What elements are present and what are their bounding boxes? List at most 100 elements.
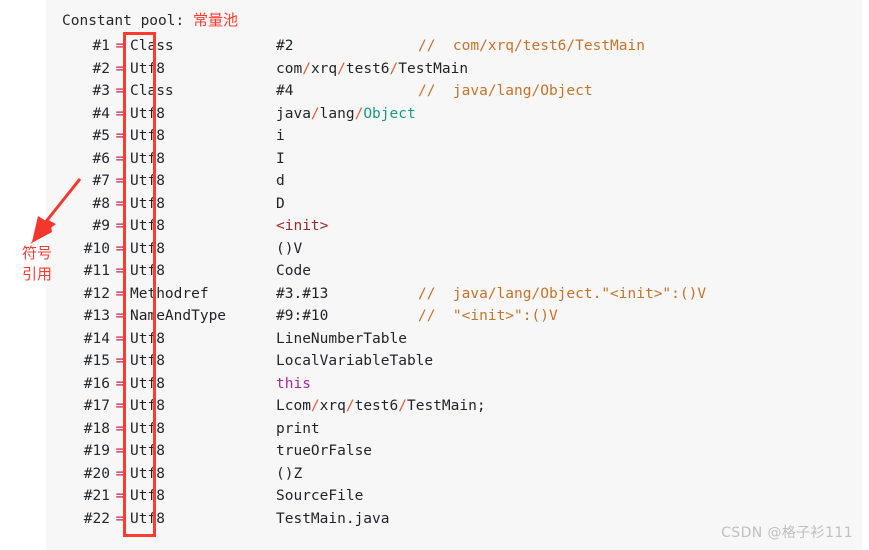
entry-value: LineNumberTable <box>276 330 407 347</box>
entry-value: LocalVariableTable <box>276 353 434 369</box>
entry-value: print <box>276 420 320 437</box>
entry-index: #4 <box>92 105 110 122</box>
entry-index: #13 <box>83 308 110 324</box>
entry-value: java/lang/Object <box>276 105 416 122</box>
entry-value: #4 <box>276 83 294 99</box>
entry-index: #15 <box>83 353 110 369</box>
entry-value: #9:#10 <box>276 308 329 324</box>
entry-value: TestMain.java <box>276 510 390 527</box>
code-content: Constant pool: 常量池 #1 = Class #2 // com/xrq/… <box>62 9 862 550</box>
code-panel: Constant pool: 常量池 #1 = Class #2 // com/xrq/… <box>46 0 862 550</box>
entry-equals-sign: = <box>115 60 125 77</box>
entry-type: Class <box>130 83 174 99</box>
entry-equals-sign: = <box>115 330 125 347</box>
entry-value: Code <box>276 263 311 279</box>
constant-pool-entry: #18 = Utf8 print <box>62 418 862 441</box>
entry-type: Utf8 <box>130 398 165 414</box>
entry-index: #20 <box>83 465 110 482</box>
entry-index: #18 <box>83 420 110 437</box>
entry-index: #12 <box>83 285 110 302</box>
entry-value: Lcom/xrq/test6/TestMain; <box>276 398 486 414</box>
entry-type: Methodref <box>130 285 209 302</box>
constant-pool-entry: #17 = Utf8 Lcom/xrq/test6/TestMain; <box>62 395 862 418</box>
entry-equals-sign: = <box>115 240 125 257</box>
constant-pool-entry: #11 = Utf8 Code <box>62 260 862 283</box>
entry-equals-sign: = <box>115 105 125 122</box>
entry-equals-sign: = <box>115 510 125 527</box>
entry-equals-sign: = <box>115 443 125 459</box>
entry-comment: // java/lang/Object <box>418 83 593 99</box>
entry-equals-sign: = <box>115 38 125 54</box>
entry-index: #3 <box>92 83 110 99</box>
symbolic-reference-note-line1: 符号 <box>22 244 53 262</box>
constant-pool-entry: #2 = Utf8 com/xrq/test6/TestMain <box>62 58 862 81</box>
entry-index: #16 <box>83 375 110 392</box>
entry-comment: // "<init>":()V <box>418 308 558 324</box>
constant-pool-label: Constant pool: <box>62 13 185 29</box>
constant-pool-entry: #20 = Utf8 ()Z <box>62 463 862 486</box>
entry-equals-sign: = <box>115 263 125 279</box>
entry-equals-sign: = <box>115 128 125 144</box>
entry-index: #14 <box>83 330 110 347</box>
entry-equals-sign: = <box>115 308 125 324</box>
entry-equals-sign: = <box>115 353 125 369</box>
entry-value: #3.#13 <box>276 285 329 302</box>
entry-type: Utf8 <box>130 240 165 257</box>
entry-type: Utf8 <box>130 443 165 459</box>
entry-value: ()V <box>276 240 303 257</box>
entry-index: #21 <box>83 488 110 504</box>
entry-value: ()Z <box>276 465 303 482</box>
constant-pool-entry: #10 = Utf8 ()V <box>62 238 862 261</box>
entry-type: Utf8 <box>130 105 165 122</box>
entry-value: com/xrq/test6/TestMain <box>276 60 469 77</box>
entry-value: trueOrFalse <box>276 443 373 459</box>
constant-pool-entry: #9 = Utf8 <init> <box>62 215 862 238</box>
constant-pool-entry: #7 = Utf8 d <box>62 170 862 193</box>
entry-equals-sign: = <box>115 83 125 99</box>
entry-comment: // com/xrq/test6/TestMain <box>418 38 645 54</box>
entry-equals-sign: = <box>115 195 125 212</box>
entry-type: Utf8 <box>130 420 165 437</box>
symbolic-reference-note-line2: 引用 <box>22 265 53 283</box>
entry-index: #6 <box>92 150 110 167</box>
entry-equals-sign: = <box>115 398 125 414</box>
entry-type: Utf8 <box>130 60 165 77</box>
constant-pool-entry: #15 = Utf8 LocalVariableTable <box>62 350 862 373</box>
entry-type: Class <box>130 38 174 54</box>
constant-pool-entry: #6 = Utf8 I <box>62 148 862 171</box>
entry-index: #19 <box>83 443 110 459</box>
down-left-arrow-icon <box>18 176 88 246</box>
entry-value: this <box>276 375 311 392</box>
entry-value: D <box>276 195 285 212</box>
entry-equals-sign: = <box>115 375 125 392</box>
entry-type: Utf8 <box>130 263 165 279</box>
entry-equals-sign: = <box>115 150 125 167</box>
entry-value: #2 <box>276 38 294 54</box>
entry-equals-sign: = <box>115 420 125 437</box>
entry-value: SourceFile <box>276 488 364 504</box>
entry-type: Utf8 <box>130 218 165 234</box>
entry-type: Utf8 <box>130 488 165 504</box>
constant-pool-entry: #8 = Utf8 D <box>62 193 862 216</box>
constant-pool-entry: #1 = Class #2 // com/xrq/test6/TestMain <box>62 35 862 58</box>
entry-equals-sign: = <box>115 218 125 234</box>
entry-index: #1 <box>92 38 110 54</box>
constant-pool-entry: #3 = Class #4 // java/lang/Object <box>62 80 862 103</box>
entry-type: Utf8 <box>130 330 165 347</box>
entry-equals-sign: = <box>115 173 125 189</box>
constant-pool-entry: #13 = NameAndType #9:#10 // "<init>":()V <box>62 305 862 328</box>
constant-pool-entry-list: #1 = Class #2 // com/xrq/test6/TestMain #2 = Ut… <box>62 35 862 530</box>
entry-type: Utf8 <box>130 150 165 167</box>
constant-pool-header: Constant pool: 常量池 <box>62 9 862 35</box>
entry-comment: // java/lang/Object."<init>":()V <box>418 285 707 302</box>
entry-type: Utf8 <box>130 128 165 144</box>
constant-pool-entry: #5 = Utf8 i <box>62 125 862 148</box>
entry-type: Utf8 <box>130 173 165 189</box>
constant-pool-entry: #14 = Utf8 LineNumberTable <box>62 328 862 351</box>
entry-type: Utf8 <box>130 510 165 527</box>
entry-index: #22 <box>83 510 110 527</box>
constant-pool-entry: #19 = Utf8 trueOrFalse <box>62 440 862 463</box>
constant-pool-entry: #4 = Utf8 java/lang/Object <box>62 103 862 126</box>
entry-equals-sign: = <box>115 465 125 482</box>
entry-type: Utf8 <box>130 353 165 369</box>
